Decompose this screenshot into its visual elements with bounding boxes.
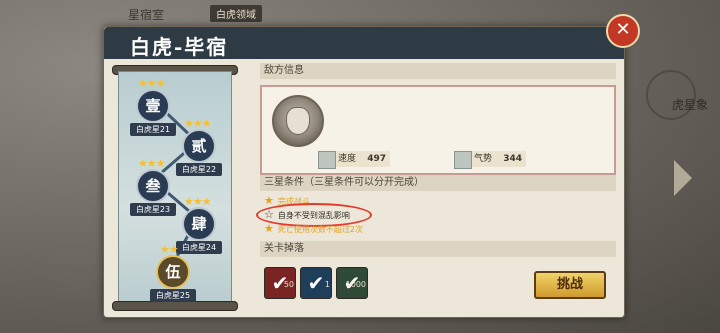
conditions-section-title: 三星条件（三星条件可以分开完成） (260, 175, 616, 191)
enemy-mask-icon (286, 107, 310, 135)
drop-count: 1 (324, 280, 330, 289)
stage-node-5-current[interactable]: 伍 (156, 255, 190, 289)
stage-map-scroll: ★★★ 壹 白虎星21 ★★★ 贰 白虎星22 ★★★ 叁 白虎星23 ★★★ … (112, 65, 238, 311)
next-arrow-icon[interactable] (674, 160, 692, 196)
background-tab[interactable]: 白虎领域 (210, 5, 262, 22)
stat-name: 气势 (474, 154, 493, 164)
drop-item[interactable]: ✔ 50 (264, 267, 296, 299)
stage-node-2[interactable]: 贰 (182, 129, 216, 163)
drop-item[interactable]: ✔ 1000 (336, 267, 368, 299)
drops-section-title: 关卡掉落 (260, 241, 616, 257)
scroll-bottom-rod (112, 301, 238, 311)
star-filled-icon: ★ (264, 194, 274, 207)
momentum-icon (454, 151, 472, 169)
stat-value: 497 (367, 154, 386, 164)
close-button[interactable]: ✕ (606, 14, 640, 48)
modal-header: 白虎-毕宿 (104, 27, 624, 59)
momentum-stat: 气势 344 (454, 151, 526, 169)
star-filled-icon: ★ (264, 222, 274, 235)
right-decoration: 虎星象 (630, 60, 720, 280)
check-icon: ✔ (307, 271, 325, 295)
stage-node-4[interactable]: 肆 (182, 207, 216, 241)
stage-node-label: 白虎星23 (130, 203, 176, 216)
speed-stat: 速度 497 (318, 151, 390, 169)
stage-node-label: 白虎星24 (176, 241, 222, 254)
enemy-info-box: 速度 497 气势 344 (260, 85, 616, 175)
stage-node-1[interactable]: 壹 (136, 89, 170, 123)
stage-node-3[interactable]: 叁 (136, 169, 170, 203)
node-stars: ★★ (160, 243, 179, 256)
background-title: 星宿室 (128, 8, 165, 22)
stage-node-label: 白虎星21 (130, 123, 176, 136)
stat-value: 344 (503, 154, 522, 164)
drop-item[interactable]: ✔ 1 (300, 267, 332, 299)
drop-count: 1000 (345, 280, 366, 289)
challenge-button[interactable]: 挑战 (534, 271, 606, 299)
background-header: 星宿室 白虎领域 (100, 0, 360, 26)
stage-info-modal: 白虎-毕宿 ★★★ 壹 白虎星21 ★★★ 贰 白虎星22 ★★★ 叁 白虎星2… (103, 26, 625, 318)
enemy-section-title: 敌方信息 (260, 63, 616, 79)
constellation-label: 虎星象 (671, 98, 708, 112)
stage-node-label: 白虎星22 (176, 163, 222, 176)
speed-icon (318, 151, 336, 169)
stage-node-label: 白虎星25 (150, 289, 196, 302)
drop-count: 50 (283, 280, 294, 289)
stat-name: 速度 (338, 154, 357, 164)
enemy-portrait[interactable] (272, 95, 324, 147)
condition-item: ★ 死亡使用次数不超过2次 (264, 222, 363, 235)
modal-title: 白虎-毕宿 (130, 35, 229, 59)
